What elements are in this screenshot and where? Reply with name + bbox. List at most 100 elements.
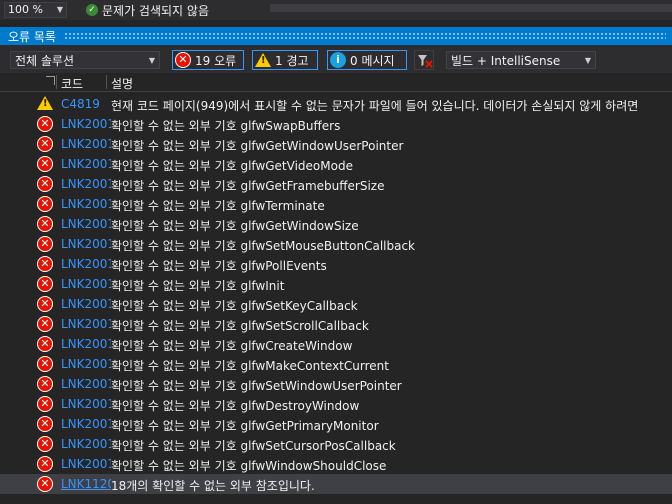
row-description: 확인할 수 없는 외부 기호 glfwSetScrollCallback (111, 319, 369, 333)
table-row[interactable]: ✕ LNK2001 확인할 수 없는 외부 기호 glfwDestroyWindow (0, 394, 672, 414)
table-row[interactable]: ✕ LNK2001 확인할 수 없는 외부 기호 glfwGetFramebuffe… (0, 174, 672, 194)
warnings-label: 1 경고 (275, 53, 309, 68)
row-code-link[interactable]: LNK2001 (61, 297, 111, 311)
source-value: 빌드 + IntelliSense (451, 54, 561, 68)
horizontal-scrollbar[interactable] (270, 4, 672, 12)
table-row[interactable]: ✕ LNK2001 확인할 수 없는 외부 기호 glfwSetCursorPosC… (0, 434, 672, 454)
row-code-link[interactable]: LNK2001 (61, 457, 111, 471)
row-code-link[interactable]: LNK1120 (61, 477, 111, 491)
row-code-link[interactable]: LNK2001 (61, 197, 111, 211)
table-row[interactable]: ✕ LNK2001 확인할 수 없는 외부 기호 glfwSetWindowUser… (0, 374, 672, 394)
table-row[interactable]: ✕ LNK2001 확인할 수 없는 외부 기호 glfwInit (0, 274, 672, 294)
errors-filter-button[interactable]: ✕ 19 오류 (172, 50, 244, 70)
row-description: 확인할 수 없는 외부 기호 glfwGetWindowSize (111, 219, 359, 233)
warning-icon: ! (255, 53, 271, 67)
row-description: 확인할 수 없는 외부 기호 glfwSwapBuffers (111, 119, 341, 133)
row-description: 확인할 수 없는 외부 기호 glfwGetVideoMode (111, 159, 353, 173)
table-row[interactable]: ✕ LNK1120 18개의 확인할 수 없는 외부 참조입니다. (0, 474, 672, 494)
sort-indicator-icon[interactable] (46, 76, 55, 85)
row-description: 확인할 수 없는 외부 기호 glfwSetKeyCallback (111, 299, 358, 313)
table-row[interactable]: ✕ LNK2001 확인할 수 없는 외부 기호 glfwGetWindowSize (0, 214, 672, 234)
row-description: 확인할 수 없는 외부 기호 glfwSetWindowUserPointer (111, 379, 402, 393)
chevron-down-icon: ▼ (56, 5, 63, 14)
error-icon: ✕ (37, 236, 53, 252)
table-row[interactable]: ✕ LNK2001 확인할 수 없는 외부 기호 glfwSetKeyCallbac… (0, 294, 672, 314)
row-code-link[interactable]: LNK2001 (61, 237, 111, 251)
row-code-link[interactable]: LNK2001 (61, 417, 111, 431)
column-header-description[interactable]: 설명 (111, 75, 133, 92)
row-description: 확인할 수 없는 외부 기호 glfwGetPrimaryMonitor (111, 419, 379, 433)
row-description: 확인할 수 없는 외부 기호 glfwInit (111, 279, 285, 293)
table-row[interactable]: ✕ LNK2001 확인할 수 없는 외부 기호 glfwGetPrimaryMon… (0, 414, 672, 434)
drag-grip[interactable] (64, 32, 666, 39)
scope-dropdown[interactable]: 전체 솔루션 ▼ (10, 51, 160, 69)
table-row[interactable]: ✕ LNK2001 확인할 수 없는 외부 기호 glfwGetVideoMode (0, 154, 672, 174)
row-description: 확인할 수 없는 외부 기호 glfwCreateWindow (111, 339, 353, 353)
row-code-link[interactable]: LNK2001 (61, 137, 111, 151)
zoom-dropdown[interactable]: 100 % ▼ (4, 2, 67, 18)
row-code-link[interactable]: LNK2001 (61, 377, 111, 391)
row-description: 확인할 수 없는 외부 기호 glfwPollEvents (111, 259, 327, 273)
errors-label: 19 오류 (195, 53, 237, 68)
table-row[interactable]: ✕ LNK2001 확인할 수 없는 외부 기호 glfwPollEvents (0, 254, 672, 274)
panel-title: 오류 목록 (8, 30, 56, 44)
table-row[interactable]: ! C4819 현재 코드 페이지(949)에서 표시할 수 없는 문자가 파일에 … (0, 94, 672, 114)
source-dropdown[interactable]: 빌드 + IntelliSense ▼ (446, 51, 596, 69)
row-code-link[interactable]: C4819 (61, 97, 111, 111)
error-icon: ✕ (37, 396, 53, 412)
error-icon: ✕ (37, 476, 53, 492)
column-separator[interactable] (56, 75, 57, 89)
row-code-link[interactable]: LNK2001 (61, 337, 111, 351)
error-icon: ✕ (37, 156, 53, 172)
error-icon: ✕ (37, 376, 53, 392)
row-code-link[interactable]: LNK2001 (61, 397, 111, 411)
table-row[interactable]: ✕ LNK2001 확인할 수 없는 외부 기호 glfwSetMouseButto… (0, 234, 672, 254)
error-icon: ✕ (37, 316, 53, 332)
error-icon: ✕ (37, 256, 53, 272)
error-icon: ✕ (37, 416, 53, 432)
row-description: 현재 코드 페이지(949)에서 표시할 수 없는 문자가 파일에 들어 있습니… (111, 99, 639, 113)
row-description: 확인할 수 없는 외부 기호 glfwWindowShouldClose (111, 459, 387, 473)
error-list-titlebar[interactable]: 오류 목록 (0, 27, 672, 45)
warning-icon: ! (37, 96, 53, 110)
messages-filter-button[interactable]: i 0 메시지 (327, 50, 407, 70)
error-icon: ✕ (37, 216, 53, 232)
table-row[interactable]: ✕ LNK2001 확인할 수 없는 외부 기호 glfwCreateWindow (0, 334, 672, 354)
clear-filter-button[interactable] (414, 50, 434, 70)
info-icon: i (330, 52, 346, 68)
error-icon: ✕ (37, 296, 53, 312)
row-code-link[interactable]: LNK2001 (61, 357, 111, 371)
error-icon: ✕ (37, 356, 53, 372)
messages-label: 0 메시지 (350, 53, 395, 68)
warnings-filter-button[interactable]: ! 1 경고 (252, 50, 318, 70)
scope-value: 전체 솔루션 (15, 54, 75, 68)
filter-icon (418, 55, 433, 68)
table-row[interactable]: ✕ LNK2001 확인할 수 없는 외부 기호 glfwSwapBuffers (0, 114, 672, 134)
error-list-rows: ! C4819 현재 코드 페이지(949)에서 표시할 수 없는 문자가 파일에 … (0, 94, 672, 494)
table-row[interactable]: ✕ LNK2001 확인할 수 없는 외부 기호 glfwSetScrollCall… (0, 314, 672, 334)
row-description: 확인할 수 없는 외부 기호 glfwGetWindowUserPointer (111, 139, 404, 153)
zoom-value: 100 % (8, 3, 43, 16)
error-icon: ✕ (37, 436, 53, 452)
row-code-link[interactable]: LNK2001 (61, 177, 111, 191)
table-row[interactable]: ✕ LNK2001 확인할 수 없는 외부 기호 glfwTerminate (0, 194, 672, 214)
issues-indicator[interactable]: ✓ 문제가 검색되지 않음 (86, 2, 209, 18)
chevron-down-icon: ▼ (148, 56, 155, 65)
table-row[interactable]: ✕ LNK2001 확인할 수 없는 외부 기호 glfwMakeContextCu… (0, 354, 672, 374)
row-code-link[interactable]: LNK2001 (61, 117, 111, 131)
column-separator[interactable] (106, 75, 107, 89)
row-description: 확인할 수 없는 외부 기호 glfwGetFramebufferSize (111, 179, 385, 193)
row-code-link[interactable]: LNK2001 (61, 257, 111, 271)
row-code-link[interactable]: LNK2001 (61, 217, 111, 231)
row-code-link[interactable]: LNK2001 (61, 317, 111, 331)
row-code-link[interactable]: LNK2001 (61, 437, 111, 451)
column-header-code[interactable]: 코드 (61, 75, 83, 92)
error-icon: ✕ (175, 52, 191, 68)
chevron-down-icon: ▼ (584, 56, 591, 65)
error-icon: ✕ (37, 116, 53, 132)
column-header-row: 코드 설명 (0, 73, 672, 92)
row-code-link[interactable]: LNK2001 (61, 277, 111, 291)
table-row[interactable]: ✕ LNK2001 확인할 수 없는 외부 기호 glfwGetWindowUser… (0, 134, 672, 154)
row-code-link[interactable]: LNK2001 (61, 157, 111, 171)
table-row[interactable]: ✕ LNK2001 확인할 수 없는 외부 기호 glfwWindowShouldC… (0, 454, 672, 474)
